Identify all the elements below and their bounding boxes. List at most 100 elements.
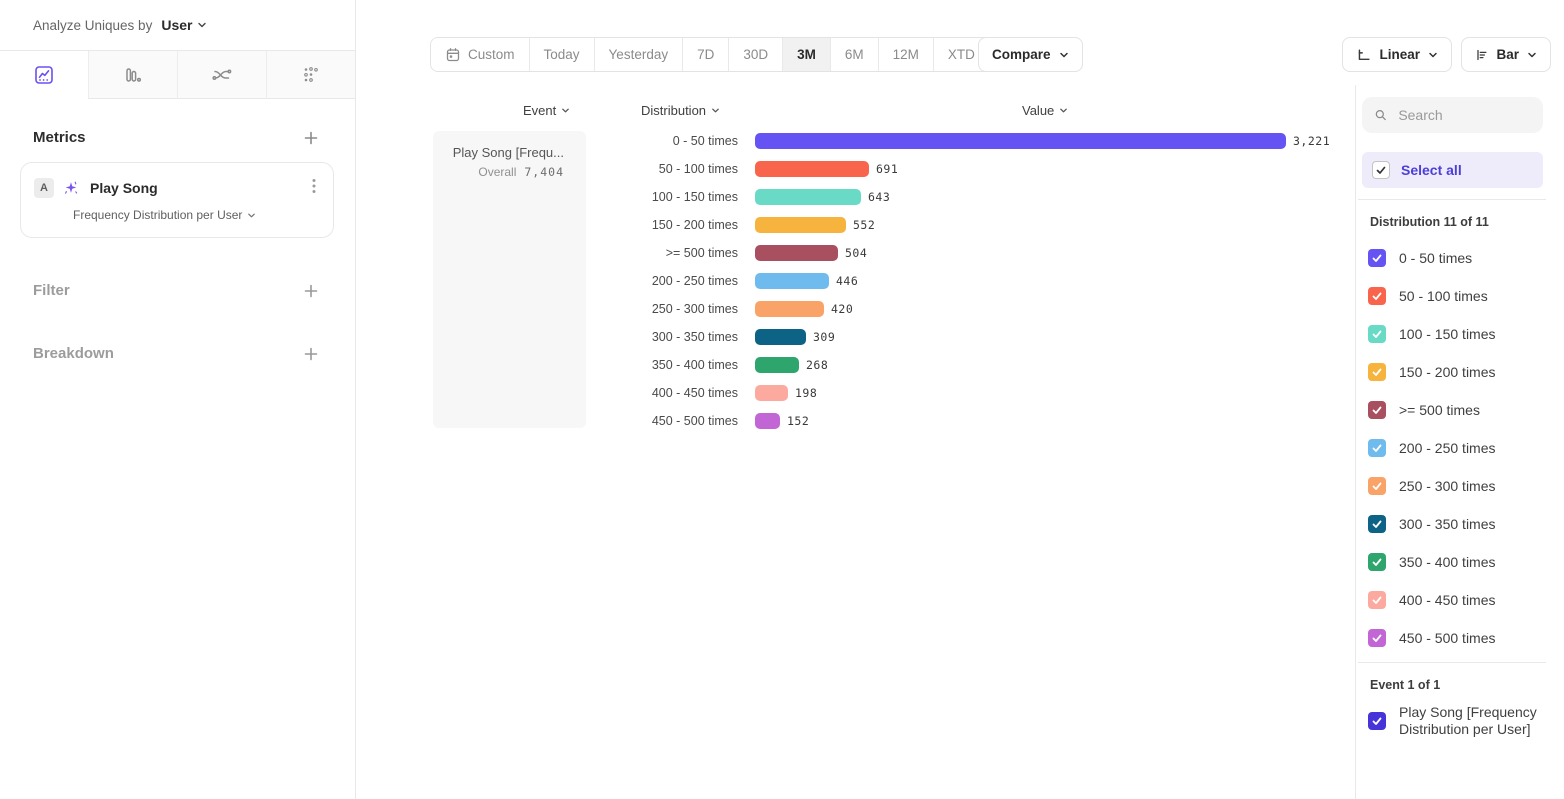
event-checkbox[interactable] — [1368, 712, 1386, 730]
distribution-group-header: Distribution 11 of 11 — [1370, 215, 1564, 229]
chevron-down-icon — [1059, 106, 1068, 115]
distribution-column-header[interactable]: Distribution — [641, 103, 720, 118]
linear-scale-icon — [1356, 46, 1371, 64]
tab-bar-chart[interactable] — [88, 51, 177, 99]
calendar-icon — [445, 47, 461, 63]
legend-checkbox[interactable] — [1368, 287, 1386, 305]
legend-item-label: 450 - 500 times — [1399, 630, 1496, 646]
legend-item-label: 350 - 400 times — [1399, 554, 1496, 570]
check-icon — [1371, 556, 1383, 568]
date-range-custom[interactable]: Custom — [431, 38, 529, 71]
compare-button[interactable]: Compare — [978, 37, 1083, 72]
select-all-row[interactable]: Select all — [1362, 152, 1543, 188]
date-range-today[interactable]: Today — [529, 38, 594, 71]
legend-checkbox[interactable] — [1368, 591, 1386, 609]
bar-category-label: 450 - 500 times — [356, 414, 738, 428]
value-column-label: Value — [1022, 103, 1054, 118]
legend-panel: Select all Distribution 11 of 11 0 - 50 … — [1356, 85, 1564, 799]
tab-flows[interactable] — [177, 51, 266, 99]
legend-checkbox[interactable] — [1368, 553, 1386, 571]
scale-dropdown[interactable]: Linear — [1342, 37, 1452, 72]
date-range-3m[interactable]: 3M — [782, 38, 830, 71]
bar-segment[interactable] — [755, 357, 799, 373]
add-breakdown-button[interactable] — [303, 346, 319, 362]
legend-item[interactable]: 400 - 450 times — [1356, 581, 1564, 619]
legend-item[interactable]: >= 500 times — [1356, 391, 1564, 429]
legend-item[interactable]: 50 - 100 times — [1356, 277, 1564, 315]
legend-item[interactable]: 0 - 50 times — [1356, 239, 1564, 277]
check-icon — [1371, 480, 1383, 492]
bar-segment[interactable] — [755, 385, 788, 401]
date-range-yesterday[interactable]: Yesterday — [594, 38, 683, 71]
bar-value-label: 3,221 — [1293, 134, 1330, 148]
bar-segment[interactable] — [755, 133, 1286, 149]
chart-style-dropdown[interactable]: Bar — [1461, 37, 1551, 72]
search-input[interactable] — [1396, 106, 1531, 124]
analyze-by-label: Analyze Uniques by — [33, 18, 152, 33]
legend-item[interactable]: 350 - 400 times — [1356, 543, 1564, 581]
legend-checkbox[interactable] — [1368, 325, 1386, 343]
breakdown-title: Breakdown — [33, 345, 114, 362]
chevron-down-icon — [711, 106, 720, 115]
tab-line-chart[interactable] — [0, 51, 88, 99]
event-legend-item[interactable]: Play Song [Frequency Distribution per Us… — [1356, 704, 1564, 738]
bar-segment[interactable] — [755, 301, 824, 317]
legend-checkbox[interactable] — [1368, 249, 1386, 267]
metric-aggregation-dropdown[interactable]: Frequency Distribution per User — [73, 208, 256, 222]
value-column-header[interactable]: Value — [1022, 103, 1068, 118]
metrics-section-header: Metrics — [0, 129, 355, 146]
select-all-label: Select all — [1401, 162, 1462, 178]
date-range-12m[interactable]: 12M — [878, 38, 933, 71]
legend-checkbox[interactable] — [1368, 363, 1386, 381]
bar-segment[interactable] — [755, 413, 780, 429]
bar-row: 150 - 200 times552 — [356, 211, 1355, 239]
date-range-6m[interactable]: 6M — [830, 38, 878, 71]
check-icon — [1371, 328, 1383, 340]
sparkle-icon — [62, 179, 80, 197]
date-range-7d[interactable]: 7D — [682, 38, 728, 71]
bar-row: 200 - 250 times446 — [356, 267, 1355, 295]
bar-segment[interactable] — [755, 273, 829, 289]
metric-card[interactable]: A Play Song Frequency Distribution per U… — [20, 162, 334, 238]
bar-chart-icon — [123, 65, 143, 85]
legend-item[interactable]: 450 - 500 times — [1356, 619, 1564, 657]
legend-checkbox[interactable] — [1368, 629, 1386, 647]
legend-item[interactable]: 100 - 150 times — [1356, 315, 1564, 353]
bar-value-label: 643 — [868, 190, 890, 204]
event-column-header[interactable]: Event — [523, 103, 570, 118]
tab-scatter[interactable] — [266, 51, 355, 99]
event-group-header: Event 1 of 1 — [1370, 678, 1564, 692]
bar-segment[interactable] — [755, 245, 838, 261]
bar-value-label: 420 — [831, 302, 853, 316]
check-icon — [1371, 366, 1383, 378]
legend-item[interactable]: 150 - 200 times — [1356, 353, 1564, 391]
bar-row: 100 - 150 times643 — [356, 183, 1355, 211]
bar-segment[interactable] — [755, 189, 861, 205]
add-filter-button[interactable] — [303, 283, 319, 299]
legend-item[interactable]: 300 - 350 times — [1356, 505, 1564, 543]
legend-checkbox[interactable] — [1368, 477, 1386, 495]
bar-segment[interactable] — [755, 329, 806, 345]
check-icon — [1371, 404, 1383, 416]
event-legend-label: Play Song [Frequency Distribution per Us… — [1399, 704, 1551, 738]
select-all-checkbox[interactable] — [1372, 161, 1390, 179]
legend-item[interactable]: 200 - 250 times — [1356, 429, 1564, 467]
bar-style-icon — [1475, 46, 1488, 64]
legend-item-label: 100 - 150 times — [1399, 326, 1496, 342]
event-column-label: Event — [523, 103, 556, 118]
add-metric-button[interactable] — [303, 130, 319, 146]
date-range-30d[interactable]: 30D — [728, 38, 782, 71]
analyze-header: Analyze Uniques by User — [0, 0, 355, 51]
legend-checkbox[interactable] — [1368, 439, 1386, 457]
bar-row: 50 - 100 times691 — [356, 155, 1355, 183]
plus-icon — [303, 130, 319, 146]
date-range-control: CustomTodayYesterday7D30D3M6M12MXTD — [430, 37, 1007, 72]
metric-menu-button[interactable] — [308, 176, 320, 199]
legend-checkbox[interactable] — [1368, 401, 1386, 419]
analyze-by-dropdown[interactable]: User — [161, 17, 207, 33]
legend-item[interactable]: 250 - 300 times — [1356, 467, 1564, 505]
check-icon — [1371, 442, 1383, 454]
bar-segment[interactable] — [755, 217, 846, 233]
legend-checkbox[interactable] — [1368, 515, 1386, 533]
bar-segment[interactable] — [755, 161, 869, 177]
